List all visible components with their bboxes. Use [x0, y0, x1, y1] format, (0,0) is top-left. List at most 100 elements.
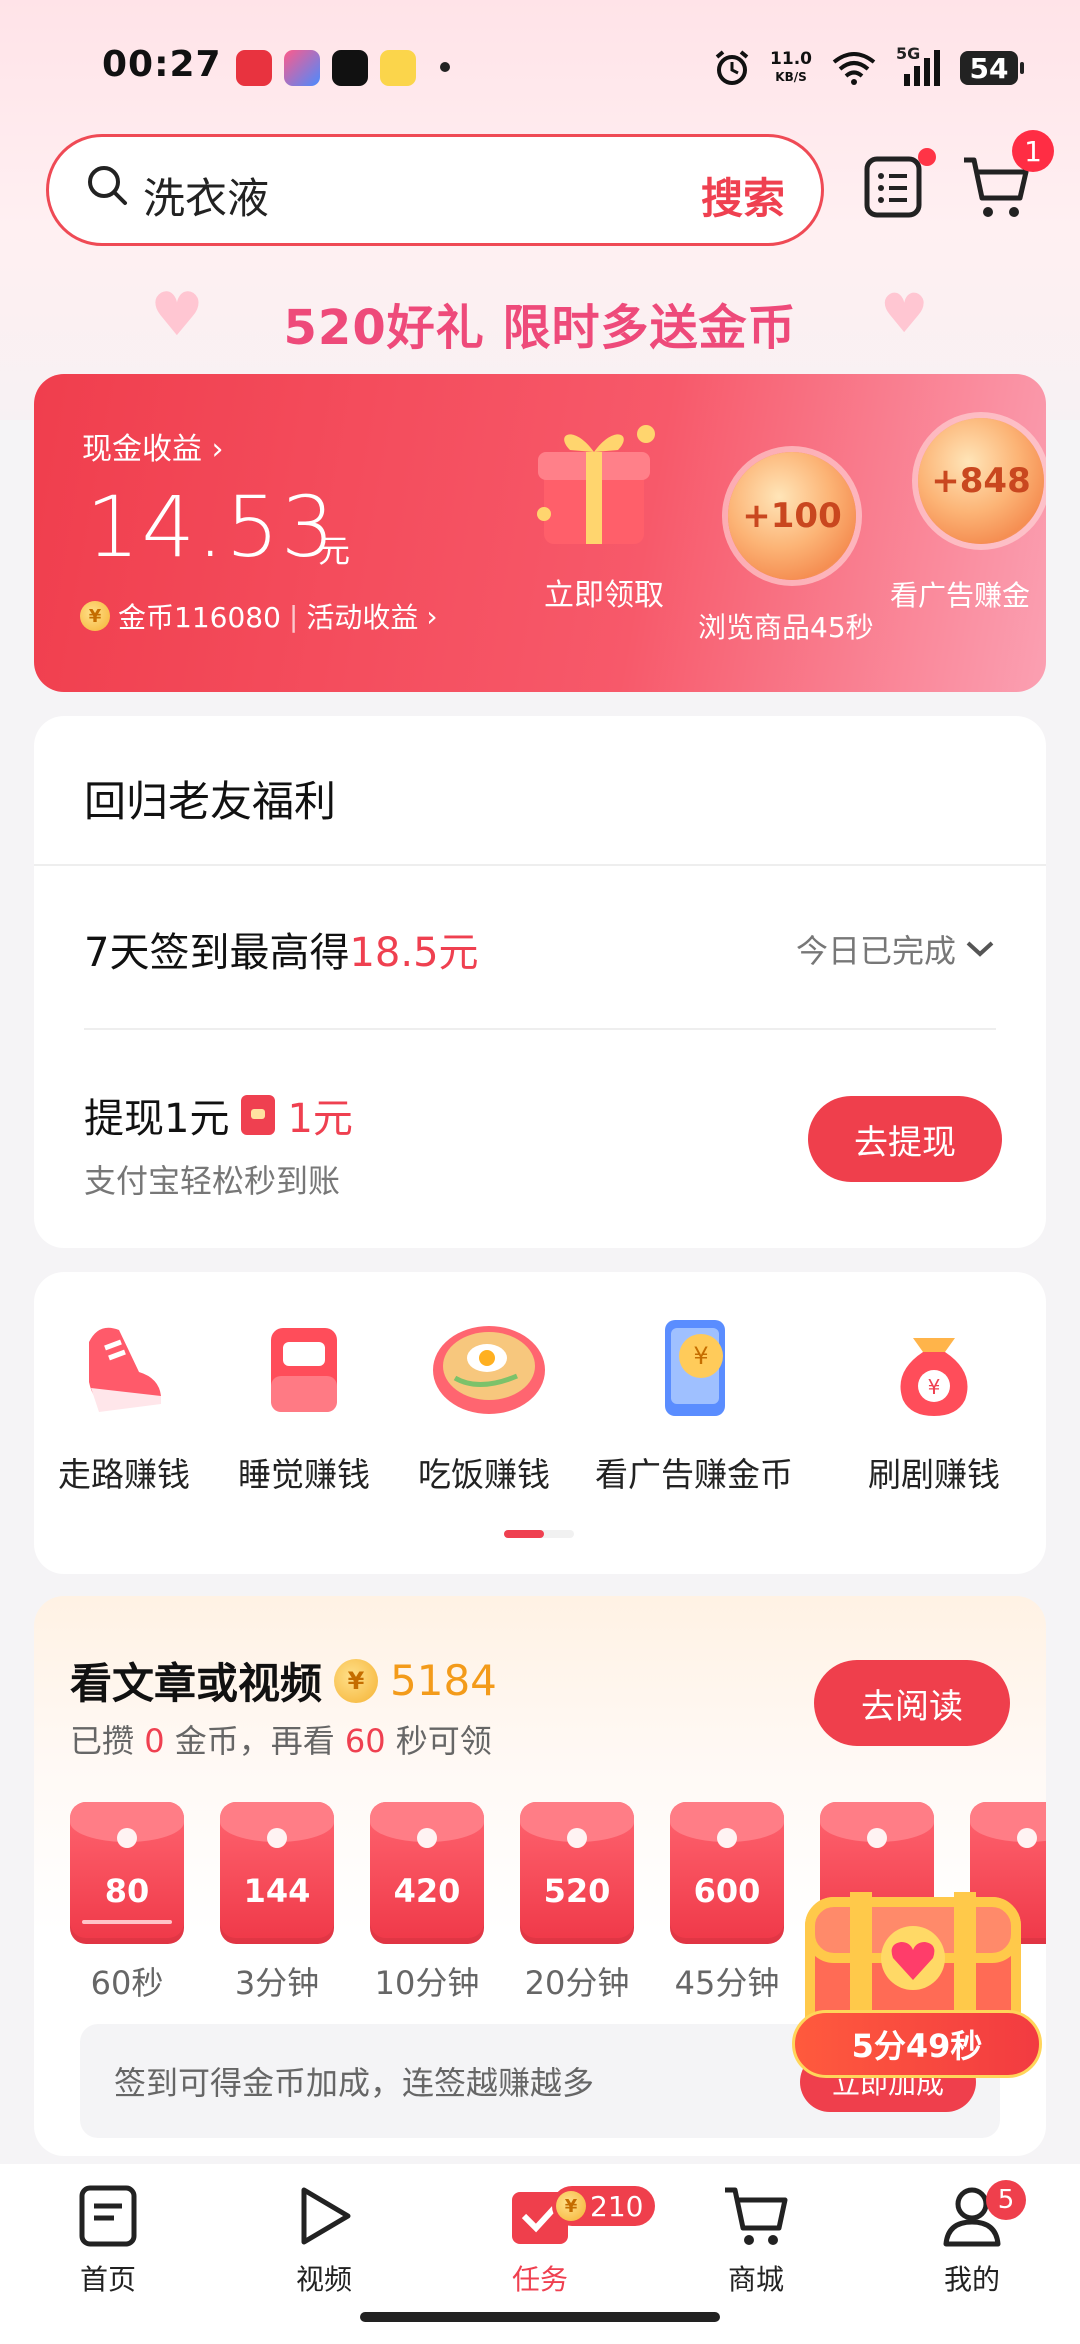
withdraw-amount: 1元	[287, 1096, 353, 1142]
search-bar[interactable]: 洗衣液 搜索	[46, 134, 824, 246]
more-notifications-dot	[440, 62, 450, 72]
earn-categories-card: 走路赚钱 睡觉赚钱 吃饭赚钱 ¥ 看广告赚金币 ¥ 刷剧赚钱	[34, 1272, 1046, 1574]
cash-unit: 元	[318, 532, 351, 570]
notification-app-icon	[380, 50, 416, 86]
browse-products-label: 浏览商品45秒	[698, 611, 874, 644]
reward-envelope[interactable]: 520 20分钟	[520, 1802, 634, 2004]
red-envelope-icon: 420	[370, 1802, 484, 1944]
sign-in-status: 今日已完成	[795, 932, 956, 970]
withdraw-button[interactable]: 去提现	[808, 1096, 1002, 1182]
read-task-title: 看文章或视频 ¥ 5184	[70, 1650, 497, 1711]
envelope-value: 144	[243, 1872, 311, 1910]
notification-app-icon	[284, 50, 320, 86]
red-envelope-icon: 600	[670, 1802, 784, 1944]
nav-me[interactable]: 5 我的	[864, 2178, 1080, 2298]
status-right: 11.0 KB/S 5G 54	[712, 44, 1024, 90]
nav-home[interactable]: 首页	[0, 2178, 216, 2298]
red-packet-icon	[241, 1095, 276, 1135]
claim-gift-label[interactable]: 立即领取	[544, 570, 664, 614]
red-envelope-icon: 144	[220, 1802, 334, 1944]
ad-coin-bubble[interactable]: +848	[918, 418, 1044, 544]
read-sub-seconds: 60	[344, 1722, 386, 1760]
search-input[interactable]: 洗衣液	[143, 165, 269, 226]
separator: |	[288, 599, 299, 633]
category-watch-ads[interactable]: ¥ 看广告赚金币	[584, 1312, 804, 1496]
envelope-value: 520	[543, 1872, 611, 1910]
nav-video[interactable]: 视频	[216, 2178, 432, 2298]
nav-tasks[interactable]: ¥ 210 任务	[432, 2178, 656, 2298]
promo-banner[interactable]: 520好礼 限时多送金币	[0, 288, 1080, 358]
notification-app-icon	[236, 50, 272, 86]
play-icon	[216, 2178, 432, 2254]
svg-text:¥: ¥	[693, 1342, 708, 1370]
shoe-icon	[69, 1312, 179, 1422]
me-badge: 5	[986, 2180, 1026, 2220]
reward-envelope[interactable]: 600 45分钟	[670, 1802, 784, 2004]
nav-label: 任务	[511, 2263, 568, 2296]
activity-earnings-link[interactable]: 活动收益	[306, 596, 418, 636]
red-envelope-icon: 80	[70, 1802, 184, 1944]
sign-in-status-toggle[interactable]: 今日已完成	[796, 926, 996, 972]
read-coin-amount: 5184	[390, 1656, 497, 1705]
network-type: 5G	[896, 44, 921, 63]
category-sleep[interactable]: 睡觉赚钱	[214, 1312, 394, 1496]
withdraw-subtitle: 支付宝轻松秒到账	[84, 1162, 341, 1200]
coin-icon: ¥	[556, 2191, 586, 2221]
home-doc-icon	[0, 2178, 216, 2254]
read-sub-suffix: 秒可领	[395, 1722, 492, 1760]
nav-label: 商城	[727, 2263, 784, 2296]
read-sub-prefix: 已攒	[70, 1722, 135, 1760]
chevron-right-icon: ›	[202, 432, 224, 467]
search-icon	[88, 166, 127, 205]
gift-box-icon[interactable]	[514, 404, 674, 554]
category-eat[interactable]: 吃饭赚钱	[394, 1312, 574, 1496]
category-label: 睡觉赚钱	[238, 1455, 370, 1494]
reward-envelope[interactable]: 144 3分钟	[220, 1802, 334, 2004]
red-envelope-icon: 520	[520, 1802, 634, 1944]
envelope-value: 600	[693, 1872, 761, 1910]
search-button[interactable]: 搜索	[701, 165, 785, 226]
orders-notification-dot	[918, 148, 936, 166]
sign-in-text: 7天签到最高得18.5元	[84, 920, 479, 978]
nav-label: 首页	[79, 2263, 136, 2296]
network-speed: 11.0 KB/S	[770, 50, 812, 86]
sign-in-prefix: 7天签到最高得	[84, 930, 350, 976]
cash-amount: 14.53	[86, 478, 337, 576]
envelope-value: 80	[104, 1872, 150, 1910]
order-list-icon[interactable]	[862, 154, 928, 220]
cash-earnings-link[interactable]: 现金收益 ›	[82, 424, 224, 468]
divider	[34, 864, 1046, 866]
task-badge-value: 210	[590, 2189, 644, 2223]
category-walk[interactable]: 走路赚钱	[34, 1312, 214, 1496]
welfare-card: 回归老友福利 7天签到最高得18.5元 今日已完成 提现1元 1元 支付宝轻松秒…	[34, 716, 1046, 1248]
browse-coin-bubble[interactable]: +100	[728, 452, 856, 580]
envelope-time: 10分钟	[374, 1964, 480, 2002]
countdown-timer[interactable]: 5分49秒	[792, 2010, 1042, 2078]
earnings-card[interactable]: 现金收益 › 14.53 元 ¥ 金币116080 | 活动收益 › 立即领取 …	[34, 374, 1046, 692]
sign-bonus-text: 签到可得金币加成，连签越赚越多	[114, 2064, 595, 2102]
network-speed-unit: KB/S	[775, 70, 807, 84]
task-check-icon: ¥ 210	[432, 2178, 656, 2254]
read-title-text: 看文章或视频	[70, 1659, 323, 1708]
battery-icon: 54	[960, 51, 1024, 85]
alarm-icon	[715, 50, 749, 85]
nav-label: 我的	[943, 2263, 1000, 2296]
chevron-right-icon: ›	[426, 599, 438, 633]
nav-mall[interactable]: 商城	[648, 2178, 864, 2298]
chevron-down-icon	[966, 941, 994, 957]
person-icon: 5	[864, 2178, 1080, 2254]
withdraw-title: 提现1元 1元	[84, 1086, 353, 1144]
svg-text:¥: ¥	[928, 1375, 941, 1399]
coin-icon: ¥	[80, 601, 110, 631]
category-drama[interactable]: ¥ 刷剧赚钱	[844, 1312, 1024, 1496]
cash-earnings-title: 现金收益	[82, 432, 202, 467]
reward-envelope[interactable]: 80 60秒	[70, 1802, 184, 2004]
coin-balance[interactable]: 金币116080	[118, 596, 281, 636]
reward-envelope[interactable]: 420 10分钟	[370, 1802, 484, 2004]
cart-icon	[648, 2178, 864, 2254]
task-coin-badge: ¥ 210	[552, 2186, 656, 2226]
go-read-button[interactable]: 去阅读	[814, 1660, 1010, 1746]
nav-label: 视频	[295, 2263, 352, 2296]
category-label: 刷剧赚钱	[868, 1455, 1000, 1494]
category-label: 吃饭赚钱	[418, 1455, 550, 1494]
